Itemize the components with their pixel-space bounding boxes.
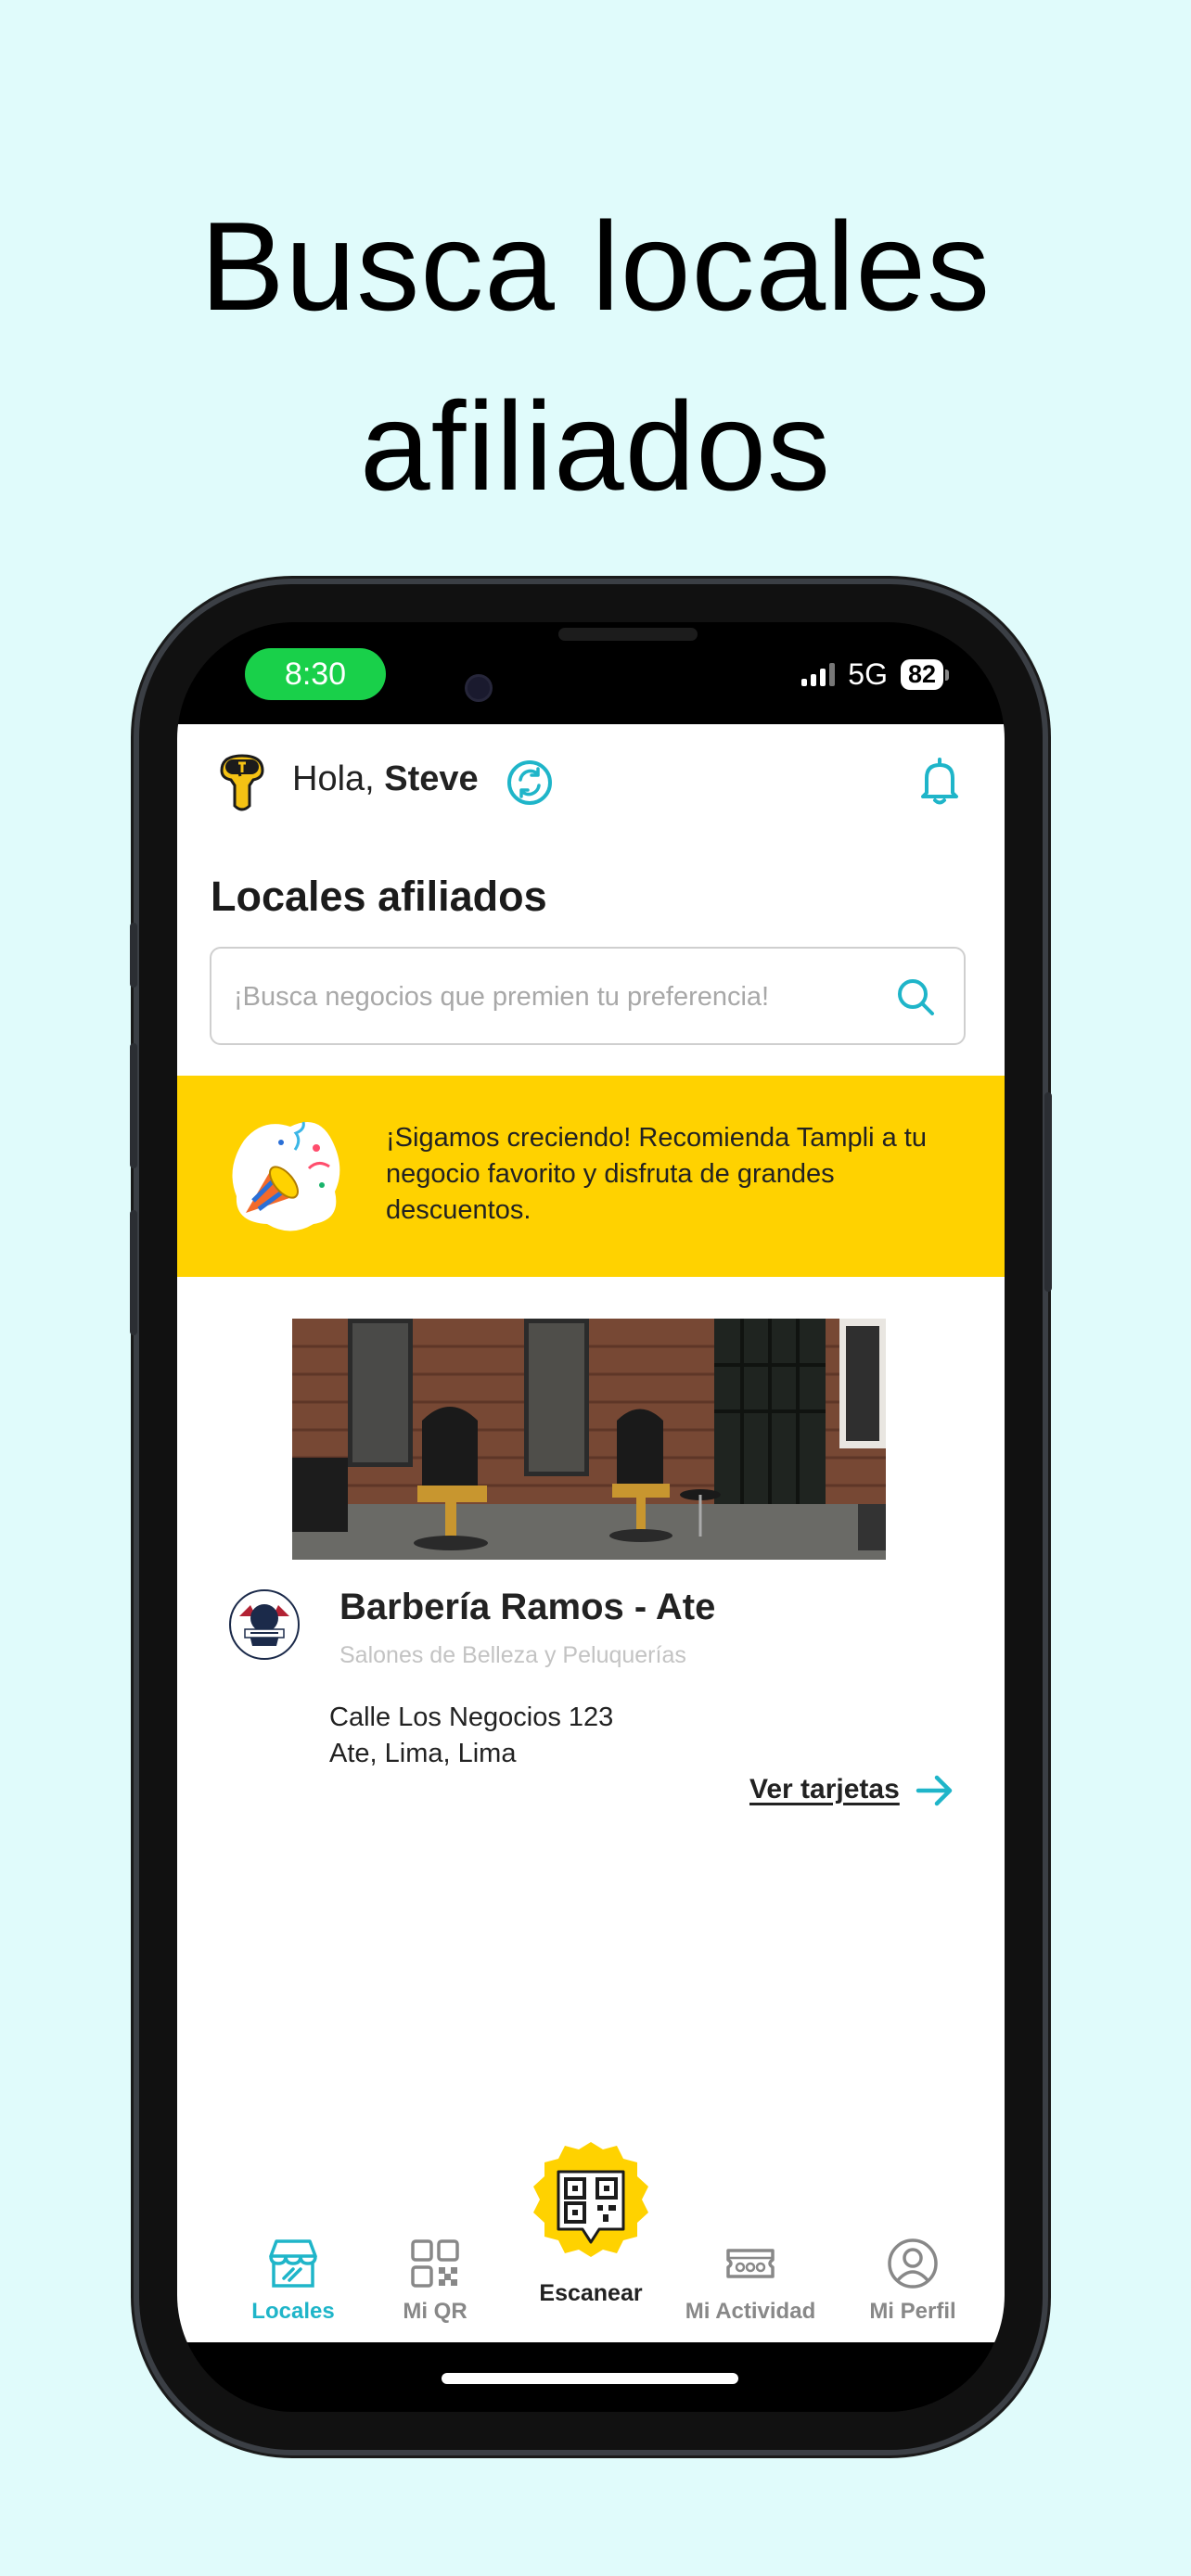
store-photo[interactable] xyxy=(292,1319,886,1560)
nav-mi-qr-label: Mi QR xyxy=(403,2299,467,2324)
nav-mi-perfil[interactable]: Mi Perfil xyxy=(839,2236,987,2325)
app-screen: Hola, Steve Locales afiliados ¡Busca neg… xyxy=(177,724,1005,2342)
nav-mi-perfil-label: Mi Perfil xyxy=(869,2299,956,2324)
phone-power-button xyxy=(1044,1092,1052,1292)
headline-line-2: afiliados xyxy=(360,376,831,516)
promo-banner[interactable]: ¡Sigamos creciendo! Recomienda Tampli a … xyxy=(177,1076,1005,1277)
phone-frame: 8:30 5G 82 Hola, Steve Locales afiliados… xyxy=(130,584,1052,2450)
phone-screen: 8:30 5G 82 Hola, Steve Locales afiliados… xyxy=(177,622,1005,2412)
store-category: Salones de Belleza y Peluquerías xyxy=(339,1642,686,1668)
nav-locales[interactable]: Locales xyxy=(219,2236,367,2325)
phone-volume-down xyxy=(130,1210,137,1335)
nav-mi-actividad[interactable]: Mi Actividad xyxy=(662,2236,839,2325)
nav-mi-actividad-label: Mi Actividad xyxy=(685,2299,816,2324)
speaker xyxy=(558,628,698,641)
qr-icon xyxy=(411,2239,459,2288)
page-title: Locales afiliados xyxy=(211,873,547,920)
greeting-label: Hola, xyxy=(292,759,375,798)
tampli-logo-icon[interactable] xyxy=(216,752,268,813)
user-icon xyxy=(888,2238,938,2289)
status-indicators: 5G 82 xyxy=(801,650,950,698)
arrow-right-icon[interactable] xyxy=(915,1772,955,1809)
network-label: 5G xyxy=(848,657,888,691)
bell-icon[interactable] xyxy=(919,758,960,806)
store-address-line-2: Ate, Lima, Lima xyxy=(329,1739,517,1768)
headline-line-1: Busca locales xyxy=(199,196,992,337)
scan-qr-icon[interactable] xyxy=(525,2138,657,2270)
greeting: Hola, Steve xyxy=(292,759,479,799)
promo-text: ¡Sigamos creciendo! Recomienda Tampli a … xyxy=(386,1123,927,1225)
signal-icon xyxy=(801,662,836,686)
status-time: 8:30 xyxy=(245,648,386,700)
user-name: Steve xyxy=(384,759,479,798)
barber-logo-icon xyxy=(229,1589,300,1660)
store-icon xyxy=(269,2239,317,2288)
phone-volume-up xyxy=(130,1043,137,1168)
party-popper-icon xyxy=(232,1121,340,1231)
nav-mi-qr[interactable]: Mi QR xyxy=(361,2236,509,2325)
camera-icon xyxy=(465,674,493,702)
ver-tarjetas-link[interactable]: Ver tarjetas xyxy=(749,1774,900,1805)
store-address: Calle Los Negocios 123 Ate, Lima, Lima xyxy=(329,1700,613,1772)
search-box xyxy=(210,947,966,1045)
headline: Busca locales afiliados xyxy=(0,176,1191,536)
search-input[interactable] xyxy=(232,949,885,1045)
search-icon[interactable] xyxy=(895,976,936,1017)
switch-icon[interactable] xyxy=(506,759,553,806)
phone-silent-switch xyxy=(130,923,137,988)
store-address-line-1: Calle Los Negocios 123 xyxy=(329,1702,614,1732)
battery-icon: 82 xyxy=(900,658,950,690)
home-indicator[interactable] xyxy=(442,2373,738,2384)
scan-label[interactable]: Escanear xyxy=(511,2280,671,2307)
store-name[interactable]: Barbería Ramos - Ate xyxy=(339,1587,715,1628)
ticket-icon xyxy=(726,2249,775,2278)
nav-locales-label: Locales xyxy=(251,2299,335,2324)
